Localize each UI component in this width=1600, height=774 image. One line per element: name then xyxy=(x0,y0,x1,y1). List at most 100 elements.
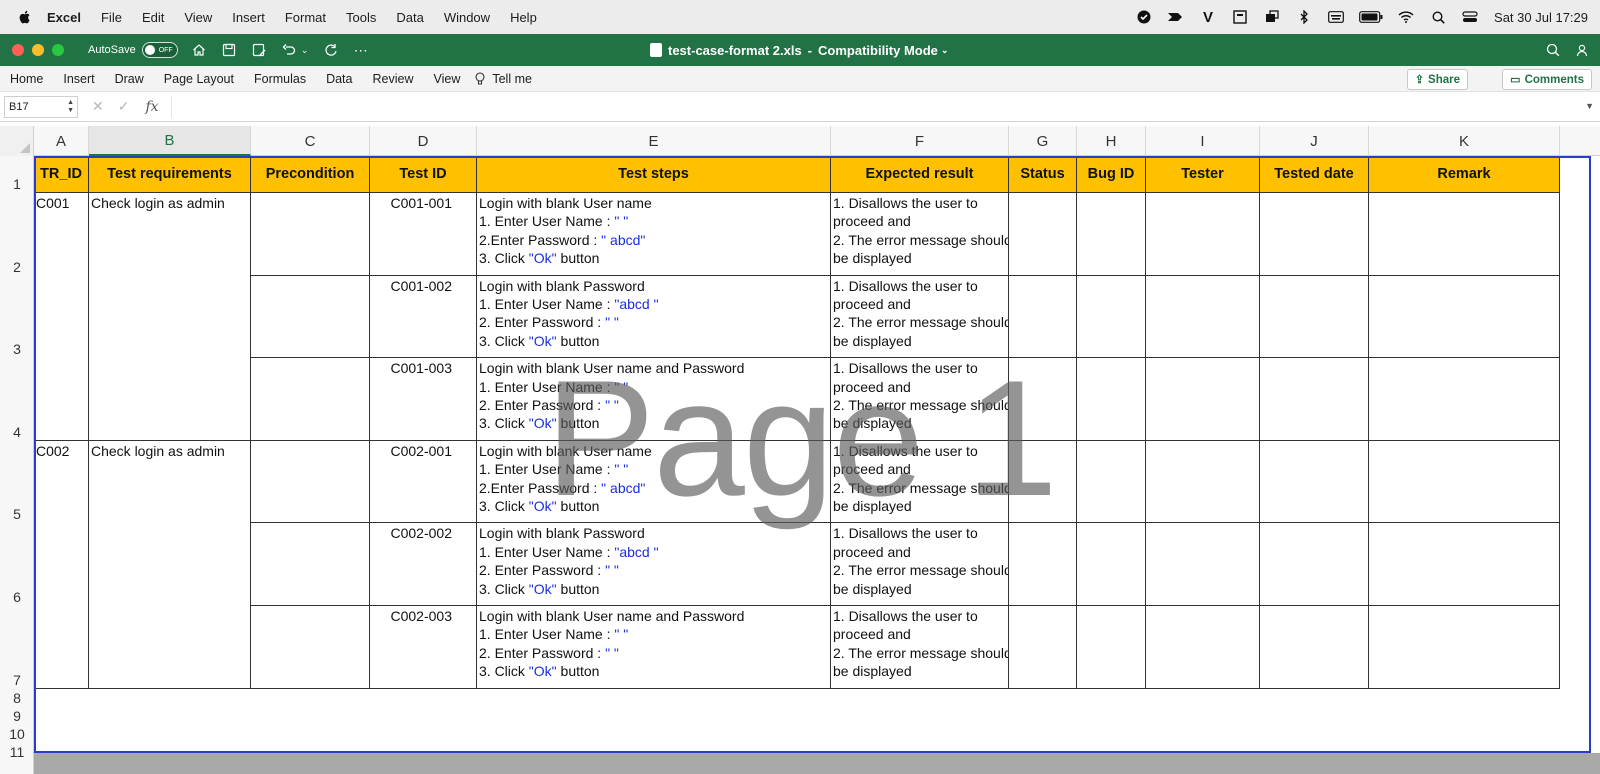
tested-date-cell[interactable] xyxy=(1260,606,1369,689)
spotlight-search-icon[interactable] xyxy=(1428,9,1448,25)
title-chevron-down-icon[interactable]: ⌄ xyxy=(941,45,949,56)
save-icon[interactable] xyxy=(220,41,238,59)
column-header-g[interactable]: G xyxy=(1009,126,1077,156)
tab-view[interactable]: View xyxy=(433,72,460,86)
home-icon[interactable] xyxy=(190,41,208,59)
row-header-7[interactable]: 7 xyxy=(0,606,34,689)
tab-data[interactable]: Data xyxy=(326,72,352,86)
tr-id-cell[interactable]: C001 xyxy=(34,193,89,441)
status-cell[interactable] xyxy=(1009,275,1077,359)
test-steps-cell[interactable]: Login with blank Password 1. Enter User … xyxy=(477,523,831,606)
select-all-corner[interactable] xyxy=(0,126,34,156)
precondition-cell[interactable] xyxy=(251,275,370,359)
redo-icon[interactable] xyxy=(322,41,340,59)
tested-date-cell[interactable] xyxy=(1260,358,1369,441)
row-header-8[interactable]: 8 xyxy=(0,689,34,707)
tab-draw[interactable]: Draw xyxy=(115,72,144,86)
name-box-stepper-icon[interactable]: ▲ ▼ xyxy=(67,99,74,115)
column-header-h[interactable]: H xyxy=(1077,126,1146,156)
header-cell-h[interactable]: Bug ID xyxy=(1077,156,1146,193)
autosave-toggle[interactable]: OFF xyxy=(141,42,178,58)
sheet-cells[interactable]: TR_ID Test requirements Precondition Test I… xyxy=(34,156,1591,752)
status-cell[interactable] xyxy=(1009,358,1077,441)
expand-formula-bar-icon[interactable]: ▼ xyxy=(1585,101,1594,111)
menu-insert[interactable]: Insert xyxy=(232,10,265,25)
test-steps-cell[interactable]: Login with blank User name and Password … xyxy=(477,358,831,441)
menu-view[interactable]: View xyxy=(184,10,212,25)
test-id-cell[interactable]: C002-001 xyxy=(370,440,477,524)
bug-id-cell[interactable] xyxy=(1077,523,1146,606)
header-cell-c[interactable]: Precondition xyxy=(251,156,370,193)
menu-edit[interactable]: Edit xyxy=(142,10,164,25)
status-cell[interactable] xyxy=(1009,606,1077,689)
remark-cell[interactable] xyxy=(1369,193,1560,276)
checkmark-shield-icon[interactable] xyxy=(1134,9,1154,25)
row-header-3[interactable]: 3 xyxy=(0,276,34,359)
tab-home[interactable]: Home xyxy=(10,72,43,86)
menu-window[interactable]: Window xyxy=(444,10,490,25)
row-header-10[interactable]: 10 xyxy=(0,725,34,743)
confirm-entry-icon[interactable]: ✓ xyxy=(118,98,130,115)
insert-function-icon[interactable]: fx xyxy=(145,99,158,115)
test-requirement-cell[interactable]: Check login as admin xyxy=(89,193,251,441)
arrows-app-icon[interactable] xyxy=(1166,9,1186,25)
stage-icon[interactable] xyxy=(1262,9,1282,25)
remark-cell[interactable] xyxy=(1369,523,1560,606)
undo-icon[interactable] xyxy=(280,41,298,59)
column-header-d[interactable]: D xyxy=(370,126,477,156)
cancel-entry-icon[interactable]: ✕ xyxy=(92,98,104,115)
row-header-5[interactable]: 5 xyxy=(0,441,34,524)
status-cell[interactable] xyxy=(1009,523,1077,606)
apple-logo-icon[interactable] xyxy=(17,9,33,25)
tab-review[interactable]: Review xyxy=(372,72,413,86)
bug-id-cell[interactable] xyxy=(1077,193,1146,276)
row-header-11[interactable]: 11 xyxy=(0,743,34,761)
bug-id-cell[interactable] xyxy=(1077,606,1146,689)
precondition-cell[interactable] xyxy=(251,193,370,276)
keyboard-icon[interactable] xyxy=(1326,9,1346,25)
column-header-e[interactable]: E xyxy=(477,126,831,156)
row-header-9[interactable]: 9 xyxy=(0,707,34,725)
tester-cell[interactable] xyxy=(1146,523,1260,606)
menu-file[interactable]: File xyxy=(101,10,122,25)
remark-cell[interactable] xyxy=(1369,275,1560,359)
tester-cell[interactable] xyxy=(1146,275,1260,359)
test-id-cell[interactable]: C001-003 xyxy=(370,358,477,441)
expected-result-cell[interactable]: 1. Disallows the user to proceed and 2. … xyxy=(831,440,1009,524)
menu-app-name[interactable]: Excel xyxy=(47,10,81,25)
tested-date-cell[interactable] xyxy=(1260,275,1369,359)
menu-help[interactable]: Help xyxy=(510,10,537,25)
expected-result-cell[interactable]: 1. Disallows the user to proceed and 2. … xyxy=(831,275,1009,359)
header-cell-e[interactable]: Test steps xyxy=(477,156,831,193)
spreadsheet-grid[interactable]: ABCDEFGHIJK 1 2 3 4 5 6 7 8 9 10 11 TR_ID Test requ… xyxy=(0,122,1600,774)
bug-id-cell[interactable] xyxy=(1077,275,1146,359)
header-cell-j[interactable]: Tested date xyxy=(1260,156,1369,193)
test-id-cell[interactable]: C002-003 xyxy=(370,606,477,689)
fullscreen-window-button[interactable] xyxy=(52,44,64,56)
remark-cell[interactable] xyxy=(1369,440,1560,524)
bug-id-cell[interactable] xyxy=(1077,358,1146,441)
column-header-k[interactable]: K xyxy=(1369,126,1560,156)
column-header-a[interactable]: A xyxy=(34,126,89,156)
tab-page-layout[interactable]: Page Layout xyxy=(164,72,234,86)
precondition-cell[interactable] xyxy=(251,523,370,606)
share-button[interactable]: ⇪ Share xyxy=(1406,69,1468,90)
header-cell-i[interactable]: Tester xyxy=(1146,156,1260,193)
status-cell[interactable] xyxy=(1009,193,1077,276)
row-header-6[interactable]: 6 xyxy=(0,523,34,606)
tester-cell[interactable] xyxy=(1146,606,1260,689)
column-header-f[interactable]: F xyxy=(831,126,1009,156)
menu-format[interactable]: Format xyxy=(285,10,326,25)
bug-id-cell[interactable] xyxy=(1077,440,1146,524)
status-cell[interactable] xyxy=(1009,440,1077,524)
row-header-2[interactable]: 2 xyxy=(0,193,34,276)
column-header-j[interactable]: J xyxy=(1260,126,1369,156)
tab-formulas[interactable]: Formulas xyxy=(254,72,306,86)
precondition-cell[interactable] xyxy=(251,606,370,689)
expected-result-cell[interactable]: 1. Disallows the user to proceed and 2. … xyxy=(831,606,1009,689)
header-cell-a[interactable]: TR_ID xyxy=(34,156,89,193)
expected-result-cell[interactable]: 1. Disallows the user to proceed and 2. … xyxy=(831,193,1009,276)
test-steps-cell[interactable]: Login with blank Password 1. Enter User … xyxy=(477,275,831,359)
tab-insert[interactable]: Insert xyxy=(63,72,94,86)
header-cell-d[interactable]: Test ID xyxy=(370,156,477,193)
